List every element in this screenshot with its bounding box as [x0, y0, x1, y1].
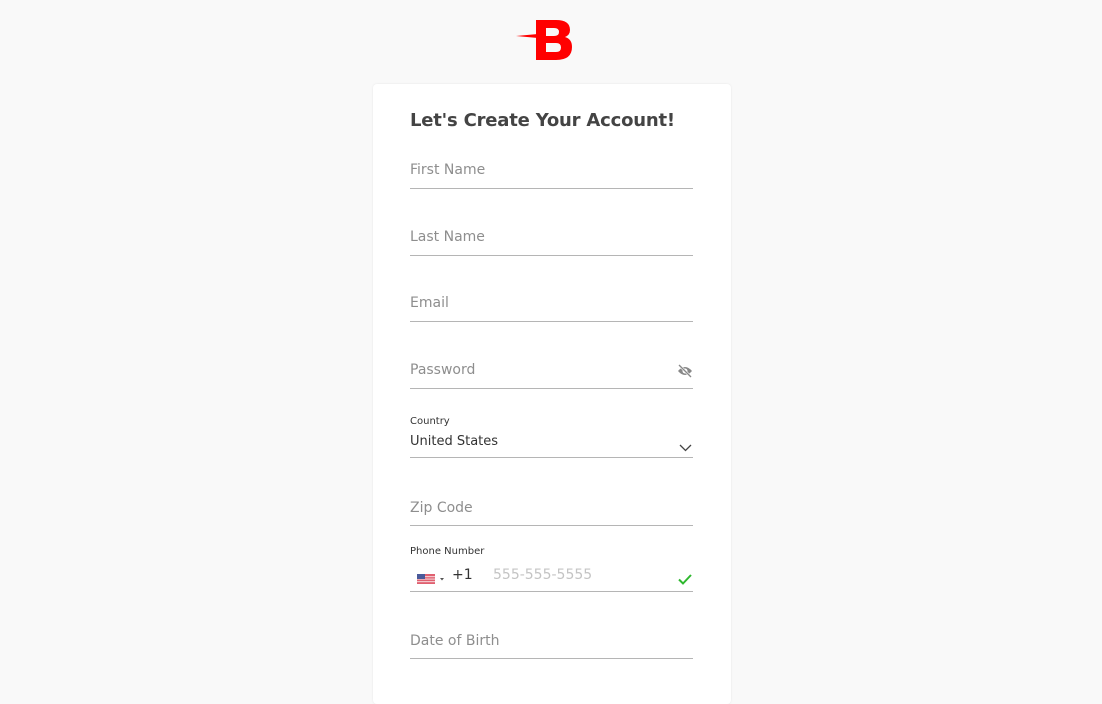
first-name-input[interactable]: First Name — [410, 160, 693, 189]
email-placeholder: Email — [410, 295, 449, 311]
country-select[interactable]: Country United States — [410, 414, 693, 458]
zip-code-input[interactable]: Zip Code — [410, 498, 693, 526]
phone-number-field: Phone Number +1 555-555-5555 — [410, 545, 693, 592]
last-name-input[interactable]: Last Name — [410, 227, 693, 256]
brand-logo — [514, 16, 578, 64]
date-of-birth-input[interactable]: Date of Birth — [410, 631, 693, 659]
password-input[interactable]: Password — [410, 360, 693, 389]
email-input[interactable]: Email — [410, 293, 693, 322]
caret-down-icon — [440, 578, 444, 581]
password-placeholder: Password — [410, 362, 476, 378]
country-code-dropdown[interactable] — [417, 570, 445, 589]
phone-input[interactable]: 555-555-5555 — [493, 567, 592, 583]
phone-label: Phone Number — [410, 546, 485, 557]
chevron-down-icon — [679, 437, 692, 456]
eye-off-icon[interactable] — [677, 363, 693, 382]
us-flag-icon — [417, 574, 444, 584]
country-label: Country — [410, 416, 450, 427]
zip-code-placeholder: Zip Code — [410, 500, 473, 516]
brand-logo-icon — [516, 20, 572, 60]
first-name-placeholder: First Name — [410, 162, 486, 178]
date-of-birth-placeholder: Date of Birth — [410, 633, 500, 649]
signup-card: Let's Create Your Account! First Name La… — [373, 84, 731, 704]
page-title: Let's Create Your Account! — [410, 110, 675, 131]
checkmark-icon — [678, 570, 692, 589]
last-name-placeholder: Last Name — [410, 229, 485, 245]
dial-code: +1 — [452, 567, 473, 583]
country-value: United States — [410, 434, 499, 449]
